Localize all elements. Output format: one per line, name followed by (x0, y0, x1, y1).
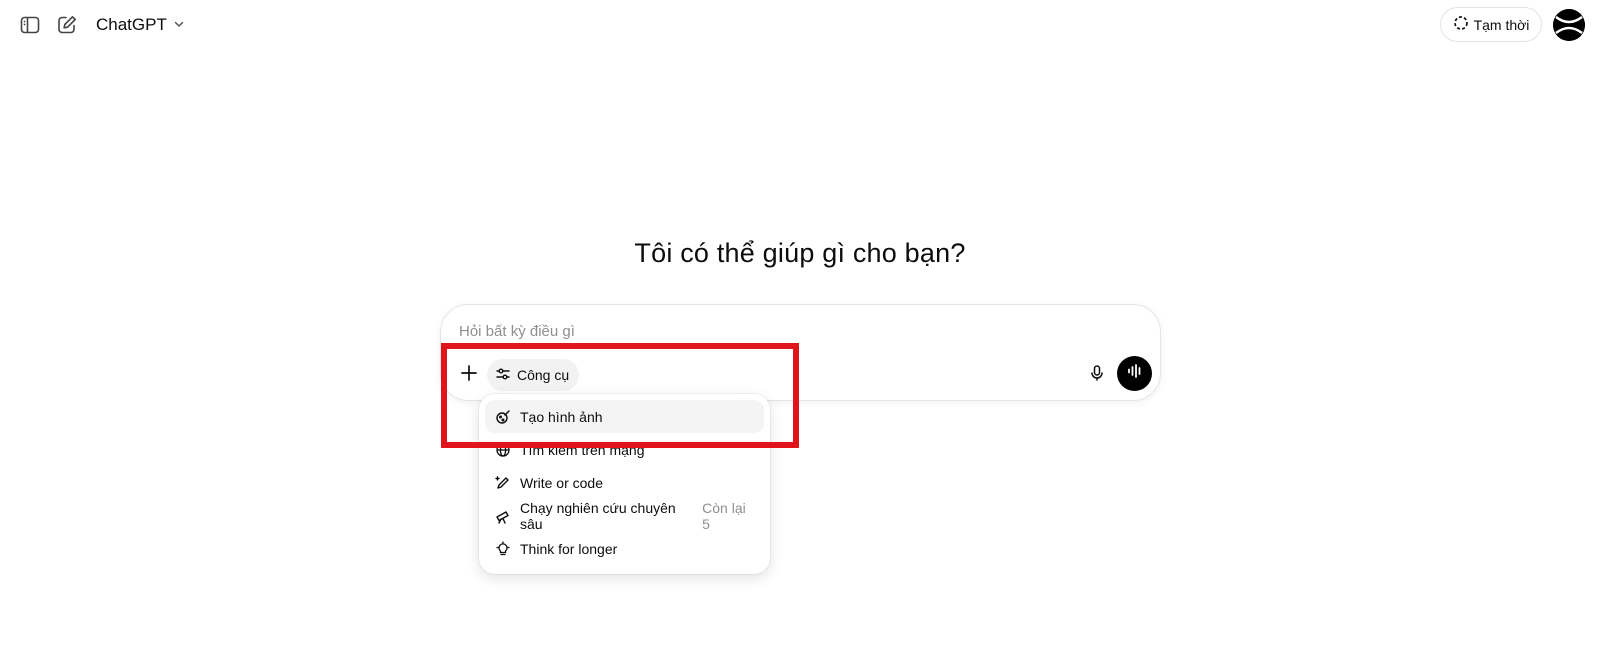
menu-item-label: Write or code (520, 474, 603, 491)
prompt-input[interactable] (459, 319, 1059, 343)
chevron-down-icon (173, 15, 185, 35)
menu-item-write-code[interactable]: Write or code (485, 466, 764, 499)
menu-item-label: Chạy nghiên cứu chuyên sâu (520, 499, 676, 532)
temporary-chat-label: Tạm thời (1473, 16, 1530, 33)
tools-button[interactable]: Công cụ (487, 359, 580, 391)
prompt-composer: Công cụ (440, 304, 1161, 401)
menu-item-think-longer[interactable]: Think for longer (485, 532, 764, 565)
tools-menu: Tạo hình ảnh Tìm kiếm trên mạng Write or… (479, 394, 770, 574)
chatgpt-page: ChatGPT Tạm thời Tôi có thể giúp gì cho … (0, 0, 1600, 655)
menu-item-label: Tạo hình ảnh (520, 408, 603, 425)
temporary-chat-button[interactable]: Tạm thời (1440, 7, 1542, 42)
pen-icon (494, 474, 512, 492)
telescope-icon (494, 507, 512, 525)
dashed-circle-icon (1453, 15, 1469, 34)
sidebar-toggle-icon[interactable] (14, 9, 46, 41)
remaining-count: Còn lại 5 (702, 499, 746, 532)
lightbulb-icon (494, 540, 512, 558)
voice-mode-button[interactable] (1117, 356, 1152, 391)
sliders-icon (495, 366, 511, 385)
model-switcher[interactable]: ChatGPT (90, 10, 191, 40)
menu-item-create-image[interactable]: Tạo hình ảnh (485, 400, 764, 433)
menu-item-label: Think for longer (520, 540, 618, 557)
page-title: Tôi có thể giúp gì cho bạn? (634, 238, 966, 268)
plus-icon (460, 364, 478, 387)
model-name: ChatGPT (96, 15, 167, 34)
new-chat-icon[interactable] (51, 9, 83, 41)
microphone-icon (1088, 364, 1106, 387)
image-create-icon (494, 408, 512, 426)
menu-item-web-search[interactable]: Tìm kiếm trên mạng (485, 433, 764, 466)
menu-item-deep-research[interactable]: Chạy nghiên cứu chuyên sâu Còn lại 5 (485, 499, 764, 532)
waveform-icon (1126, 362, 1144, 385)
globe-icon (494, 441, 512, 459)
add-attachment-button[interactable] (453, 359, 485, 391)
dictate-button[interactable] (1081, 359, 1113, 391)
menu-item-label: Tìm kiếm trên mạng (520, 441, 645, 458)
tools-label: Công cụ (517, 367, 570, 383)
avatar[interactable] (1553, 9, 1585, 41)
